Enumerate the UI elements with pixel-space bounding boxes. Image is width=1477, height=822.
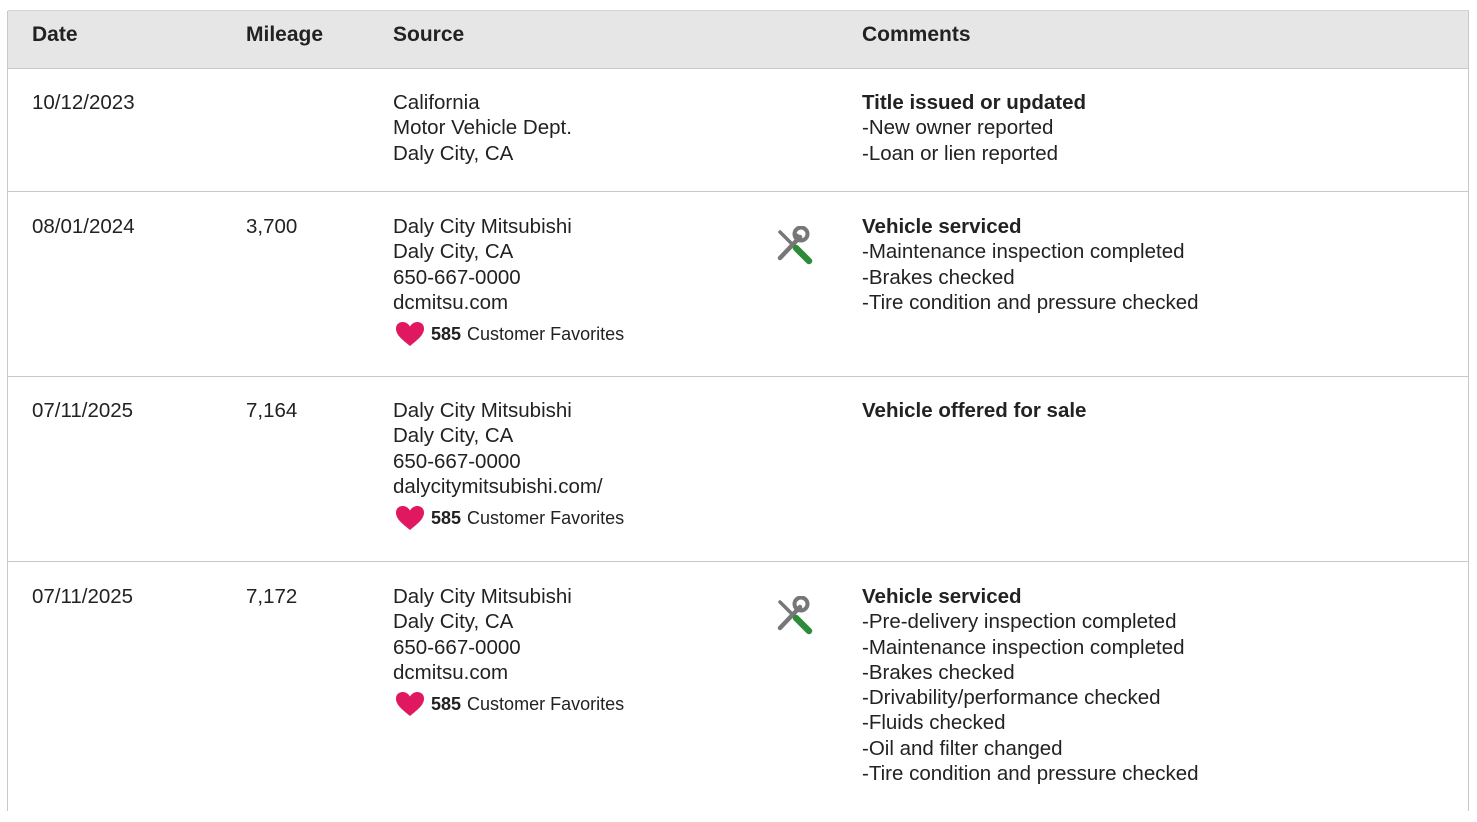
heart-icon bbox=[396, 322, 424, 347]
row-date: 07/11/2025 bbox=[32, 585, 134, 608]
table-header: Date Mileage Source Comments bbox=[8, 11, 1468, 69]
favorites-count: 585 bbox=[431, 507, 462, 528]
table-row: 10/12/2023 California Motor Vehicle Dept… bbox=[8, 69, 1468, 192]
service-tools-icon bbox=[776, 226, 816, 266]
customer-favorites-badge: 585 Customer Favorites bbox=[393, 691, 624, 717]
service-tools-icon bbox=[776, 596, 816, 636]
source-line: 650-667-0000 bbox=[393, 635, 521, 659]
customer-favorites-badge: 585 Customer Favorites bbox=[393, 505, 624, 531]
heart-icon bbox=[396, 506, 424, 531]
row-source: Daly City Mitsubishi Daly City, CA 650-6… bbox=[393, 398, 624, 531]
source-line: Daly City, CA bbox=[393, 240, 514, 264]
comment-item: -Pre-delivery inspection completed bbox=[862, 610, 1177, 634]
header-comments: Comments bbox=[862, 23, 971, 46]
heart-icon bbox=[396, 692, 424, 717]
favorites-count: 585 bbox=[431, 693, 462, 714]
comment-item: -New owner reported bbox=[862, 116, 1054, 140]
comment-item: -Drivability/performance checked bbox=[862, 686, 1161, 710]
comment-item: -Oil and filter changed bbox=[862, 736, 1063, 760]
favorites-label: Customer Favorites bbox=[467, 693, 625, 714]
row-mileage: 7,172 bbox=[246, 585, 298, 608]
row-mileage: 3,700 bbox=[246, 215, 298, 238]
source-line: Daly City, CA bbox=[393, 610, 514, 634]
history-table: Date Mileage Source Comments 10/12/2023 … bbox=[7, 11, 1469, 811]
source-line: Daly City, CA bbox=[393, 141, 514, 165]
table-row: 08/01/2024 3,700 Daly City Mitsubishi Da… bbox=[8, 192, 1468, 377]
row-mileage: 7,164 bbox=[246, 399, 298, 422]
source-line: 650-667-0000 bbox=[393, 449, 521, 473]
comment-title: Vehicle serviced bbox=[862, 585, 1022, 608]
source-link[interactable]: dcmitsu.com bbox=[393, 660, 624, 685]
table-row: 07/11/2025 7,164 Daly City Mitsubishi Da… bbox=[8, 377, 1468, 562]
favorites-label: Customer Favorites bbox=[467, 507, 625, 528]
row-comments: Vehicle serviced -Maintenance inspection… bbox=[862, 214, 1199, 315]
comment-item: -Loan or lien reported bbox=[862, 141, 1059, 165]
row-date: 07/11/2025 bbox=[32, 399, 134, 422]
row-comments: Title issued or updated -New owner repor… bbox=[862, 90, 1086, 166]
comment-title: Title issued or updated bbox=[862, 91, 1087, 114]
row-comments: Vehicle offered for sale bbox=[862, 398, 1086, 423]
header-date: Date bbox=[32, 23, 78, 46]
source-line: Motor Vehicle Dept. bbox=[393, 116, 572, 140]
row-comments: Vehicle serviced -Pre-delivery inspectio… bbox=[862, 584, 1199, 786]
comment-item: -Maintenance inspection completed bbox=[862, 240, 1185, 264]
comment-item: -Tire condition and pressure checked bbox=[862, 762, 1199, 786]
comment-item: -Fluids checked bbox=[862, 711, 1006, 735]
comment-item: -Maintenance inspection completed bbox=[862, 635, 1185, 659]
comment-item: -Brakes checked bbox=[862, 265, 1015, 289]
row-date: 10/12/2023 bbox=[32, 91, 135, 114]
source-line: Daly City Mitsubishi bbox=[393, 215, 572, 238]
comment-item: -Tire condition and pressure checked bbox=[862, 290, 1199, 314]
source-line: 650-667-0000 bbox=[393, 265, 521, 289]
source-link[interactable]: dcmitsu.com bbox=[393, 290, 624, 315]
comment-title: Vehicle offered for sale bbox=[862, 399, 1087, 422]
source-line: California bbox=[393, 91, 480, 114]
source-line: Daly City Mitsubishi bbox=[393, 399, 572, 422]
header-source: Source bbox=[393, 23, 465, 46]
row-source: California Motor Vehicle Dept. Daly City… bbox=[393, 90, 572, 166]
row-source: Daly City Mitsubishi Daly City, CA 650-6… bbox=[393, 214, 624, 347]
source-link[interactable]: dalycitymitsubishi.com/ bbox=[393, 474, 624, 499]
comment-item: -Brakes checked bbox=[862, 660, 1015, 684]
customer-favorites-badge: 585 Customer Favorites bbox=[393, 321, 624, 347]
row-source: Daly City Mitsubishi Daly City, CA 650-6… bbox=[393, 584, 624, 717]
favorites-count: 585 bbox=[431, 323, 462, 344]
header-mileage: Mileage bbox=[246, 23, 324, 46]
source-line: Daly City Mitsubishi bbox=[393, 585, 572, 608]
favorites-label: Customer Favorites bbox=[467, 323, 625, 344]
table-row: 07/11/2025 7,172 Daly City Mitsubishi Da… bbox=[8, 562, 1468, 822]
source-line: Daly City, CA bbox=[393, 424, 514, 448]
comment-title: Vehicle serviced bbox=[862, 215, 1022, 238]
row-date: 08/01/2024 bbox=[32, 215, 135, 238]
top-strip bbox=[0, 0, 1477, 11]
